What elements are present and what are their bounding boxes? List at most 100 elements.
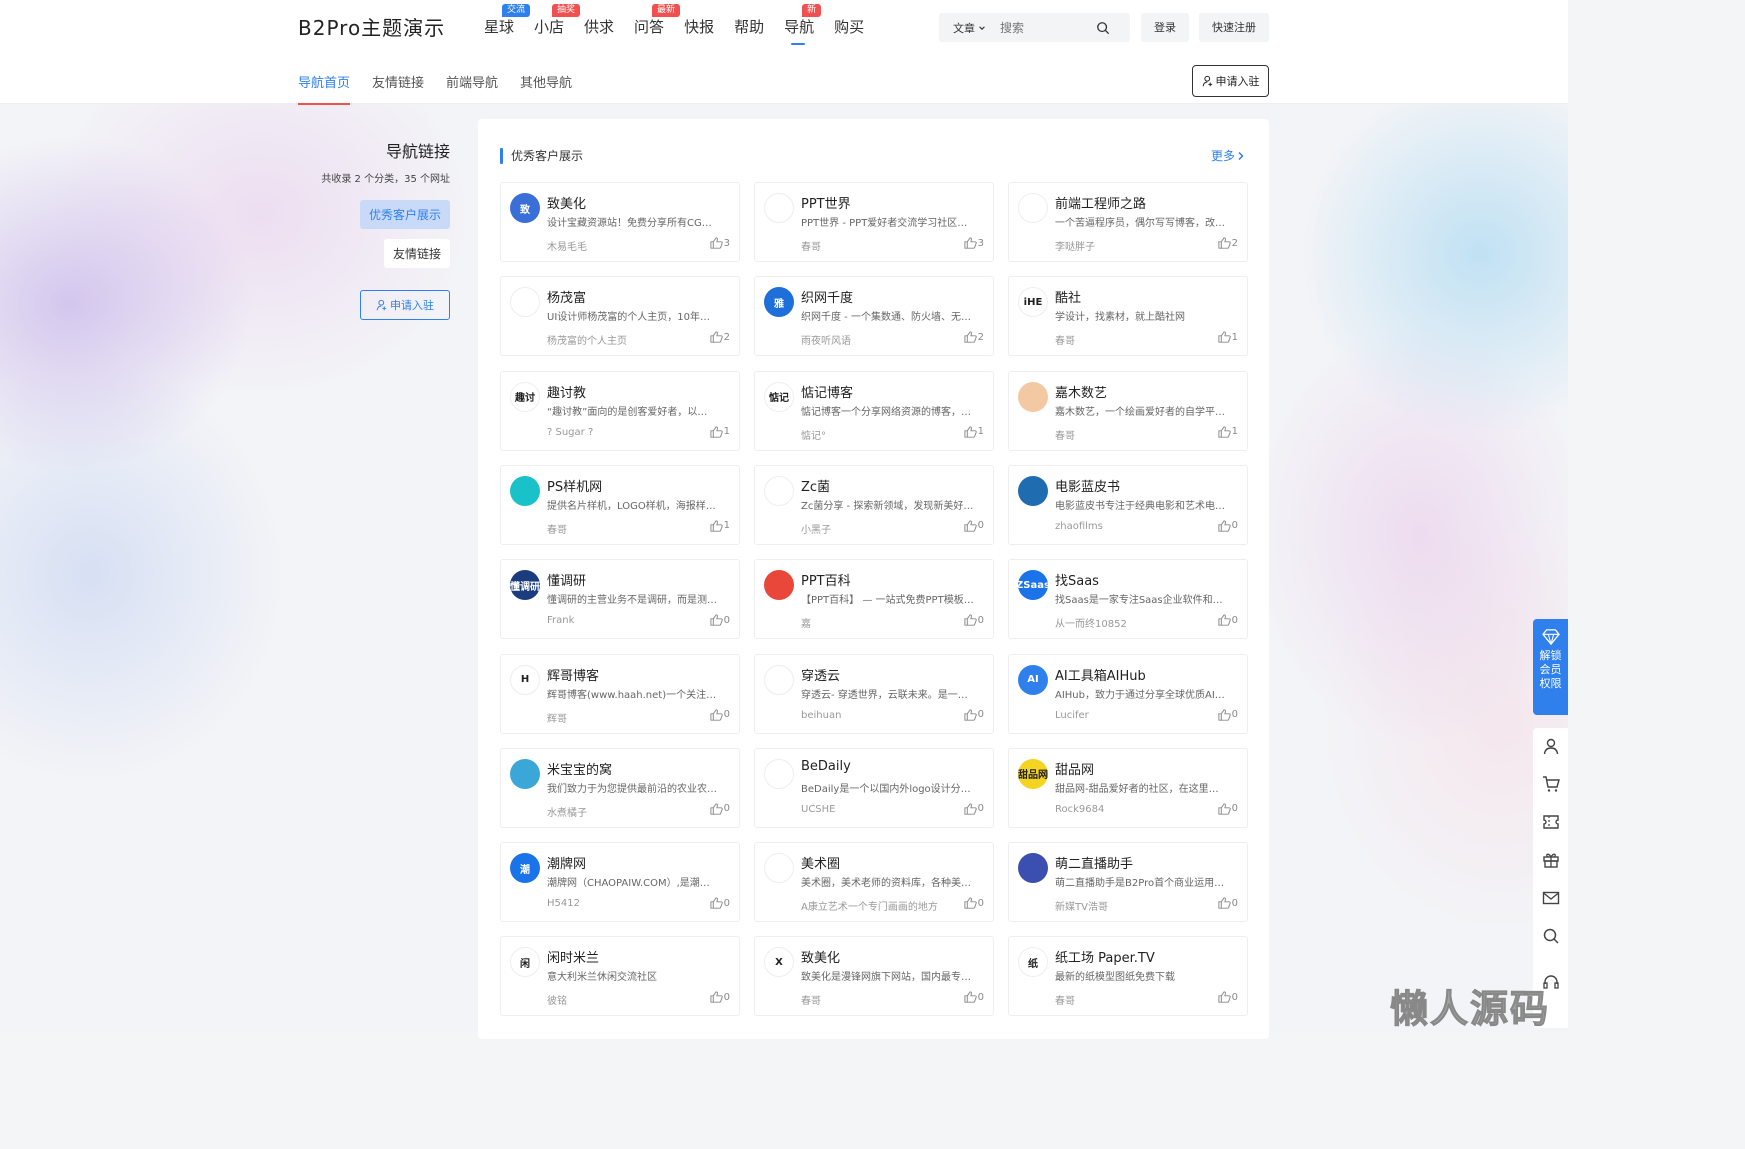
site-name[interactable]: 纸工场 Paper.TV	[1055, 947, 1155, 966]
site-name[interactable]: 杨茂富	[547, 287, 586, 306]
like-button[interactable]: 0	[964, 991, 984, 1004]
site-card[interactable]: 前端工程师之路 一个苦逼程序员，偶尔写写博客，改… 李哒胖子 2	[1008, 182, 1248, 262]
subnav-tab-1[interactable]: 友情链接	[372, 72, 424, 105]
site-card[interactable]: X 致美化 致美化是漫锋网旗下网站，国内最专… 春哥 0	[754, 936, 994, 1017]
site-name[interactable]: 织网千度	[801, 287, 853, 306]
nav-item-7[interactable]: 购买	[834, 17, 864, 43]
nav-item-5[interactable]: 帮助	[734, 17, 764, 43]
site-name[interactable]: 懂调研	[547, 570, 586, 589]
site-name[interactable]: Zc菌	[801, 476, 830, 495]
site-card[interactable]: PS样机网 提供名片样机，LOGO样机，海报样… 春哥 1	[500, 464, 740, 545]
search-type-select[interactable]: 文章	[953, 20, 986, 36]
search-icon[interactable]	[1542, 927, 1560, 945]
site-name[interactable]: 甜品网	[1055, 759, 1094, 778]
site-card[interactable]: 闲 闲时米兰 意大利米兰休闲交流社区 彼铭 0	[500, 936, 740, 1017]
sidebar-item-customers[interactable]: 优秀客户展示	[359, 200, 450, 229]
like-button[interactable]: 3	[710, 237, 730, 249]
site-name[interactable]: BeDaily	[801, 759, 851, 774]
login-button[interactable]: 登录	[1141, 13, 1189, 42]
cart-icon[interactable]	[1542, 775, 1560, 793]
like-button[interactable]: 0	[710, 614, 730, 626]
sidebar-item-friend-links[interactable]: 友情链接	[383, 239, 450, 268]
site-card[interactable]: 穿透云 穿透云- 穿透世界，云联未来。是一… beihuan 0	[754, 653, 994, 734]
site-logo[interactable]: B2Pro主题演示	[298, 12, 445, 41]
apply-join-button[interactable]: 申请入驻	[1192, 65, 1269, 97]
site-card[interactable]: 杨茂富 UI设计师杨茂富的个人主页，10年… 杨茂富的个人主页 2	[500, 276, 740, 357]
like-button[interactable]: 2	[1218, 237, 1238, 249]
like-button[interactable]: 1	[964, 425, 984, 438]
like-button[interactable]: 1	[1218, 331, 1238, 343]
site-card[interactable]: 甜品网 甜品网 甜品网-甜品爱好者的社区，在这里… Rock9684 0	[1008, 747, 1248, 828]
site-name[interactable]: 闲时米兰	[547, 947, 599, 966]
like-button[interactable]: 0	[1218, 803, 1238, 815]
like-button[interactable]: 2	[964, 331, 984, 343]
like-button[interactable]: 0	[710, 897, 730, 909]
site-card[interactable]: 美术圈 美术圈，美术老师的资料库，各种美… A康立艺术一个专门画画的地方 0	[754, 842, 994, 923]
register-button[interactable]: 快速注册	[1199, 13, 1269, 42]
site-card[interactable]: 米宝宝的窝 我们致力于为您提供最前沿的农业农… 水煮橘子 0	[500, 747, 740, 828]
nav-item-4[interactable]: 快报	[684, 17, 714, 43]
search-button[interactable]	[1096, 21, 1110, 35]
more-link[interactable]: 更多	[1211, 147, 1245, 164]
site-card[interactable]: 懂调研 懂调研 懂调研的主营业务不是调研，而是测… Frank 0	[500, 559, 740, 640]
nav-item-3[interactable]: 问答 最新	[634, 4, 681, 43]
site-name[interactable]: 潮牌网	[547, 853, 586, 872]
like-button[interactable]: 1	[710, 520, 730, 532]
like-button[interactable]: 0	[710, 708, 730, 721]
site-name[interactable]: PPT世界	[801, 193, 851, 212]
like-button[interactable]: 0	[964, 708, 984, 721]
like-button[interactable]: 0	[1218, 614, 1238, 626]
nav-item-6[interactable]: 导航新	[784, 4, 822, 45]
site-card[interactable]: 雅 织网千度 织网千度 - 一个集数通、防火墙、无… 雨夜听风语 2	[754, 276, 994, 357]
site-card[interactable]: BeDaily BeDaily是一个以国内外logo设计分… UCSHE 0	[754, 747, 994, 828]
site-card[interactable]: Zc菌 Zc菌分享 - 探索新领域，发现新美好… 小黑子 0	[754, 464, 994, 545]
site-name[interactable]: 前端工程师之路	[1055, 193, 1146, 212]
site-name[interactable]: 电影蓝皮书	[1055, 476, 1120, 495]
site-name[interactable]: 美术圈	[801, 853, 840, 872]
like-button[interactable]: 1	[710, 425, 730, 438]
site-card[interactable]: 萌二直播助手 萌二直播助手是B2Pro首个商业运用… 新媒TV浩哥 0	[1008, 842, 1248, 923]
like-button[interactable]: 0	[1218, 991, 1238, 1004]
site-card[interactable]: 电影蓝皮书 电影蓝皮书专注于经典电影和艺术电… zhaofilms 0	[1008, 464, 1248, 545]
site-card[interactable]: 致 致美化 设计宝藏资源站！免费分享所有CG… 木易毛毛 3	[500, 182, 740, 262]
site-name[interactable]: 穿透云	[801, 665, 840, 684]
like-button[interactable]: 3	[964, 237, 984, 249]
ticket-icon[interactable]	[1542, 813, 1560, 831]
site-card[interactable]: H 辉哥博客 辉哥博客(www.haah.net)一个关注… 辉哥 0	[500, 653, 740, 734]
site-name[interactable]: PPT百科	[801, 570, 851, 589]
nav-item-1[interactable]: 小店 抽奖	[534, 4, 581, 43]
like-button[interactable]: 0	[710, 803, 730, 815]
site-name[interactable]: PS样机网	[547, 476, 602, 495]
site-name[interactable]: 萌二直播助手	[1055, 853, 1133, 872]
like-button[interactable]: 0	[1218, 708, 1238, 721]
like-button[interactable]: 0	[964, 803, 984, 815]
like-button[interactable]: 0	[964, 520, 984, 532]
unlock-vip-tab[interactable]: 解锁 会员 权限	[1533, 619, 1568, 715]
site-name[interactable]: 米宝宝的窝	[547, 759, 612, 778]
site-name[interactable]: 辉哥博客	[547, 665, 599, 684]
nav-item-0[interactable]: 星球 交流	[484, 4, 531, 43]
site-name[interactable]: 致美化	[547, 193, 586, 212]
search-input[interactable]	[1000, 20, 1090, 35]
site-name[interactable]: 致美化	[801, 947, 840, 966]
like-button[interactable]: 0	[1218, 520, 1238, 532]
site-card[interactable]: iHE 酷社 学设计，找素材，就上酷社网 春哥 1	[1008, 276, 1248, 357]
nav-item-2[interactable]: 供求	[584, 17, 614, 43]
site-card[interactable]: 嘉木数艺 嘉木数艺，一个绘画爱好者的自学平… 春哥 1	[1008, 370, 1248, 451]
site-card[interactable]: ZSaas 找Saas 找Saas是一家专注Saas企业软件和… 从一而终10852 0	[1008, 559, 1248, 640]
site-card[interactable]: 纸 纸工场 Paper.TV 最新的纸模型图纸免费下载 春哥 0	[1008, 936, 1248, 1017]
like-button[interactable]: 0	[964, 614, 984, 626]
site-card[interactable]: PPT世界 PPT世界 - PPT爱好者交流学习社区… 春哥 3	[754, 182, 994, 262]
site-name[interactable]: AI工具箱AIHub	[1055, 665, 1146, 684]
site-card[interactable]: PPT百科 【PPT百科】 — 一站式免费PPT模板… 嘉 0	[754, 559, 994, 640]
site-name[interactable]: 惦记博客	[801, 382, 853, 401]
site-name[interactable]: 趣讨教	[547, 382, 586, 401]
user-icon[interactable]	[1542, 737, 1560, 755]
gift-icon[interactable]	[1542, 851, 1560, 869]
message-icon[interactable]	[1542, 889, 1560, 907]
site-card[interactable]: 趣讨 趣讨教 “趣讨教”面向的是创客爱好者，以… ? Sugar ? 1	[500, 370, 740, 451]
site-card[interactable]: 潮 潮牌网 潮牌网（CHAOPAIW.COM）,是潮… H5412 0	[500, 842, 740, 923]
subnav-tab-0[interactable]: 导航首页	[298, 72, 351, 105]
like-button[interactable]: 2	[710, 331, 730, 343]
sidebar-apply-button[interactable]: 申请入驻	[360, 290, 450, 320]
